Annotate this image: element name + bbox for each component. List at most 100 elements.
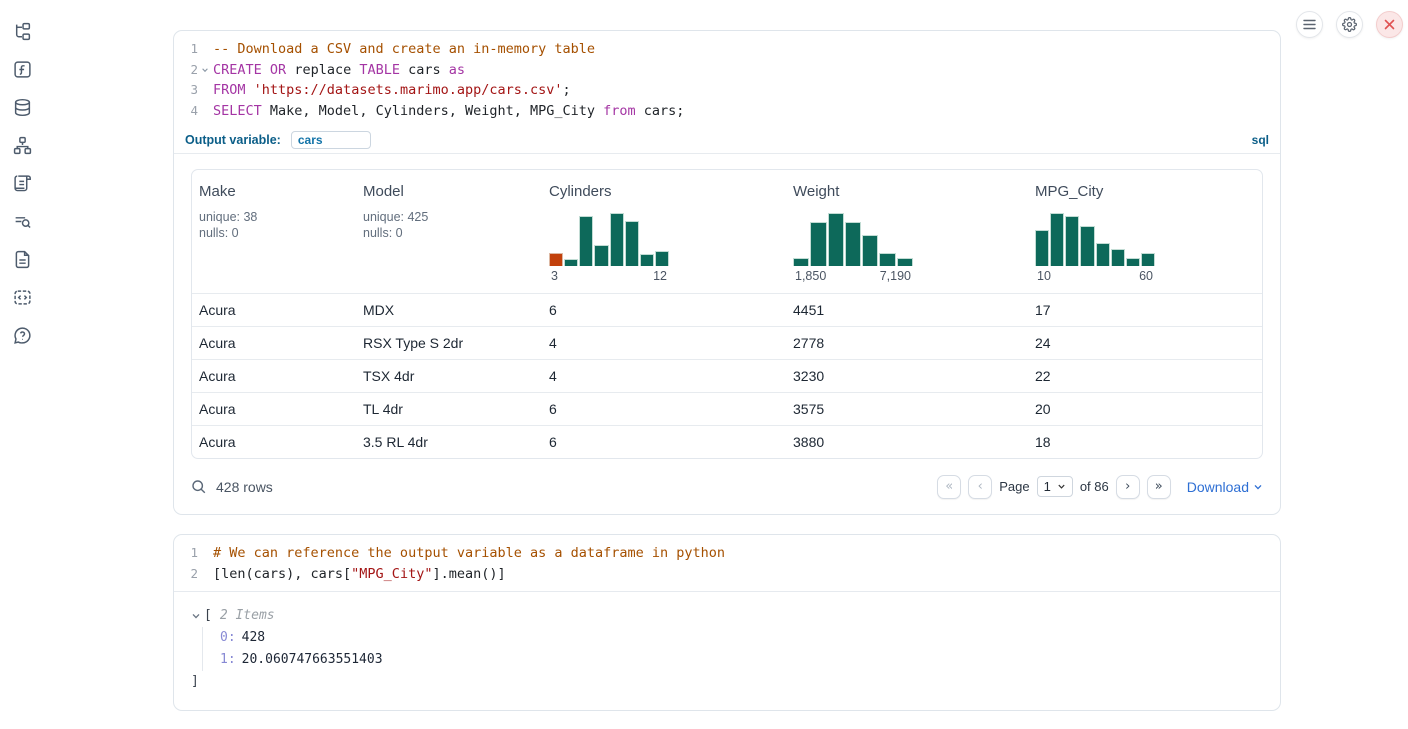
- line-number: 2: [174, 60, 198, 80]
- column-stats: unique: 38nulls: 0: [199, 209, 350, 241]
- menu-icon: [1303, 19, 1316, 30]
- dependency-graph-icon[interactable]: [13, 136, 32, 155]
- python-editor[interactable]: 1# We can reference the output variable …: [174, 535, 1280, 590]
- table-cell: 20: [1028, 393, 1263, 425]
- last-page-button[interactable]: »: [1147, 475, 1171, 499]
- table-cell: TSX 4dr: [356, 360, 542, 392]
- code-line[interactable]: 2 CREATE OR replace TABLE cars as: [174, 60, 1280, 81]
- sql-editor[interactable]: 1-- Download a CSV and create an in-memo…: [174, 31, 1280, 127]
- code-snippets-icon[interactable]: [13, 288, 32, 307]
- column-stats: unique: 425nulls: 0: [363, 209, 536, 241]
- histogram-bar: [1141, 253, 1155, 266]
- line-number: 4: [174, 101, 198, 121]
- code-line[interactable]: 2 [len(cars), cars["MPG_City"].mean()]: [174, 564, 1280, 585]
- column-header-cylinders[interactable]: Cylinders312: [542, 170, 786, 293]
- function-icon[interactable]: [13, 60, 32, 79]
- settings-button[interactable]: [1336, 11, 1363, 38]
- code-text: CREATE OR replace TABLE cars as: [212, 61, 465, 81]
- of-total-label: of 86: [1080, 479, 1109, 494]
- tree-summary: 2 Items: [220, 605, 275, 627]
- code-line[interactable]: 1-- Download a CSV and create an in-memo…: [174, 39, 1280, 60]
- database-icon[interactable]: [13, 98, 32, 117]
- prev-page-button[interactable]: ‹: [968, 475, 992, 499]
- data-table: Make unique: 38nulls: 0 Model unique: 425nu…: [191, 169, 1263, 459]
- file-tree-icon[interactable]: [13, 22, 32, 41]
- line-number: 2: [174, 564, 198, 584]
- download-button[interactable]: Download: [1187, 479, 1263, 495]
- close-bracket: ]: [191, 671, 1262, 693]
- help-icon[interactable]: [13, 326, 32, 345]
- table-row[interactable]: Acura3.5 RL 4dr6388018: [192, 426, 1262, 458]
- code-line[interactable]: 4SELECT Make, Model, Cylinders, Weight, …: [174, 101, 1280, 122]
- line-number: 1: [174, 543, 198, 563]
- histogram-bars: [793, 213, 913, 266]
- column-header-make[interactable]: Make unique: 38nulls: 0: [192, 170, 356, 293]
- table-row[interactable]: AcuraMDX6445117: [192, 294, 1262, 327]
- output-variable-label: Output variable:: [185, 133, 281, 147]
- column-header-model[interactable]: Model unique: 425nulls: 0: [356, 170, 542, 293]
- table-row[interactable]: AcuraTL 4dr6357520: [192, 393, 1262, 426]
- shutdown-button[interactable]: [1376, 11, 1403, 38]
- table-cell: Acura: [192, 327, 356, 359]
- first-page-button[interactable]: «: [937, 475, 961, 499]
- python-cell: 1# We can reference the output variable …: [173, 534, 1281, 711]
- table-cell: 4: [542, 327, 786, 359]
- table-cell: 4: [542, 360, 786, 392]
- table-row[interactable]: AcuraTSX 4dr4323022: [192, 360, 1262, 393]
- code-text: [len(cars), cars["MPG_City"].mean()]: [212, 565, 506, 585]
- column-header-weight[interactable]: Weight1,8507,190: [786, 170, 1028, 293]
- search-list-icon[interactable]: [13, 212, 32, 231]
- code-line[interactable]: 3FROM 'https://datasets.marimo.app/cars.…: [174, 80, 1280, 101]
- language-badge[interactable]: sql: [1252, 133, 1269, 147]
- histogram-bar: [579, 216, 593, 266]
- page-select[interactable]: 1: [1037, 476, 1073, 497]
- table-cell: TL 4dr: [356, 393, 542, 425]
- download-label: Download: [1187, 479, 1249, 495]
- tree-item-value: 428: [242, 630, 265, 645]
- table-cell: 24: [1028, 327, 1263, 359]
- tree-item: 0: 428: [220, 627, 1262, 649]
- table-cell: 3575: [786, 393, 1028, 425]
- gear-icon: [1342, 17, 1357, 32]
- tree-output: [ 2 Items 0:4281:20.060747663551403 ]: [174, 592, 1280, 709]
- notebook: 1 -- Download a CSV and create an in-memo…: [173, 30, 1281, 711]
- histogram-bar: [1080, 226, 1094, 266]
- table-cell: 22: [1028, 360, 1263, 392]
- histogram-axis-labels: 1060: [1035, 266, 1155, 283]
- search-icon[interactable]: [191, 479, 207, 495]
- table-cell: 6: [542, 393, 786, 425]
- table-row[interactable]: AcuraRSX Type S 2dr4277824: [192, 327, 1262, 360]
- table-cell: RSX Type S 2dr: [356, 327, 542, 359]
- histogram-bar: [549, 253, 563, 266]
- histogram-bar: [625, 221, 639, 266]
- table-cell: 3.5 RL 4dr: [356, 426, 542, 458]
- histogram-bar: [879, 253, 895, 266]
- table-cell: MDX: [356, 294, 542, 326]
- column-title: Model: [363, 183, 536, 200]
- document-icon[interactable]: [13, 250, 32, 269]
- output-variable-input[interactable]: [291, 131, 371, 149]
- open-bracket: [: [204, 605, 212, 627]
- tree-item-value: 20.060747663551403: [242, 652, 383, 667]
- tree-collapse-toggle[interactable]: [191, 611, 201, 621]
- code-text: -- Download a CSV and create an in-memor…: [212, 40, 595, 60]
- table-cell: 18: [1028, 426, 1263, 458]
- sql-cell: 1 -- Download a CSV and create an in-memo…: [173, 30, 1281, 515]
- column-histogram[interactable]: 1,8507,190: [793, 213, 913, 283]
- code-line[interactable]: 1# We can reference the output variable …: [174, 543, 1280, 564]
- menu-button[interactable]: [1296, 11, 1323, 38]
- table-cell: 3880: [786, 426, 1028, 458]
- tree-item-key: 0:: [220, 630, 236, 645]
- next-page-button[interactable]: ›: [1116, 475, 1140, 499]
- scroll-logs-icon[interactable]: [13, 174, 32, 193]
- fold-chevron-icon[interactable]: [198, 66, 212, 74]
- column-title: Make: [199, 183, 350, 200]
- pagination: « ‹ Page 1 of 86 › »: [937, 475, 1171, 499]
- chevron-down-icon: [1253, 482, 1263, 492]
- column-histogram[interactable]: 1060: [1035, 213, 1155, 283]
- histogram-bar: [1126, 258, 1140, 266]
- column-histogram[interactable]: 312: [549, 213, 669, 283]
- histogram-bar: [655, 251, 669, 266]
- column-header-mpg_city[interactable]: MPG_City1060: [1028, 170, 1263, 293]
- histogram-bar: [564, 259, 578, 266]
